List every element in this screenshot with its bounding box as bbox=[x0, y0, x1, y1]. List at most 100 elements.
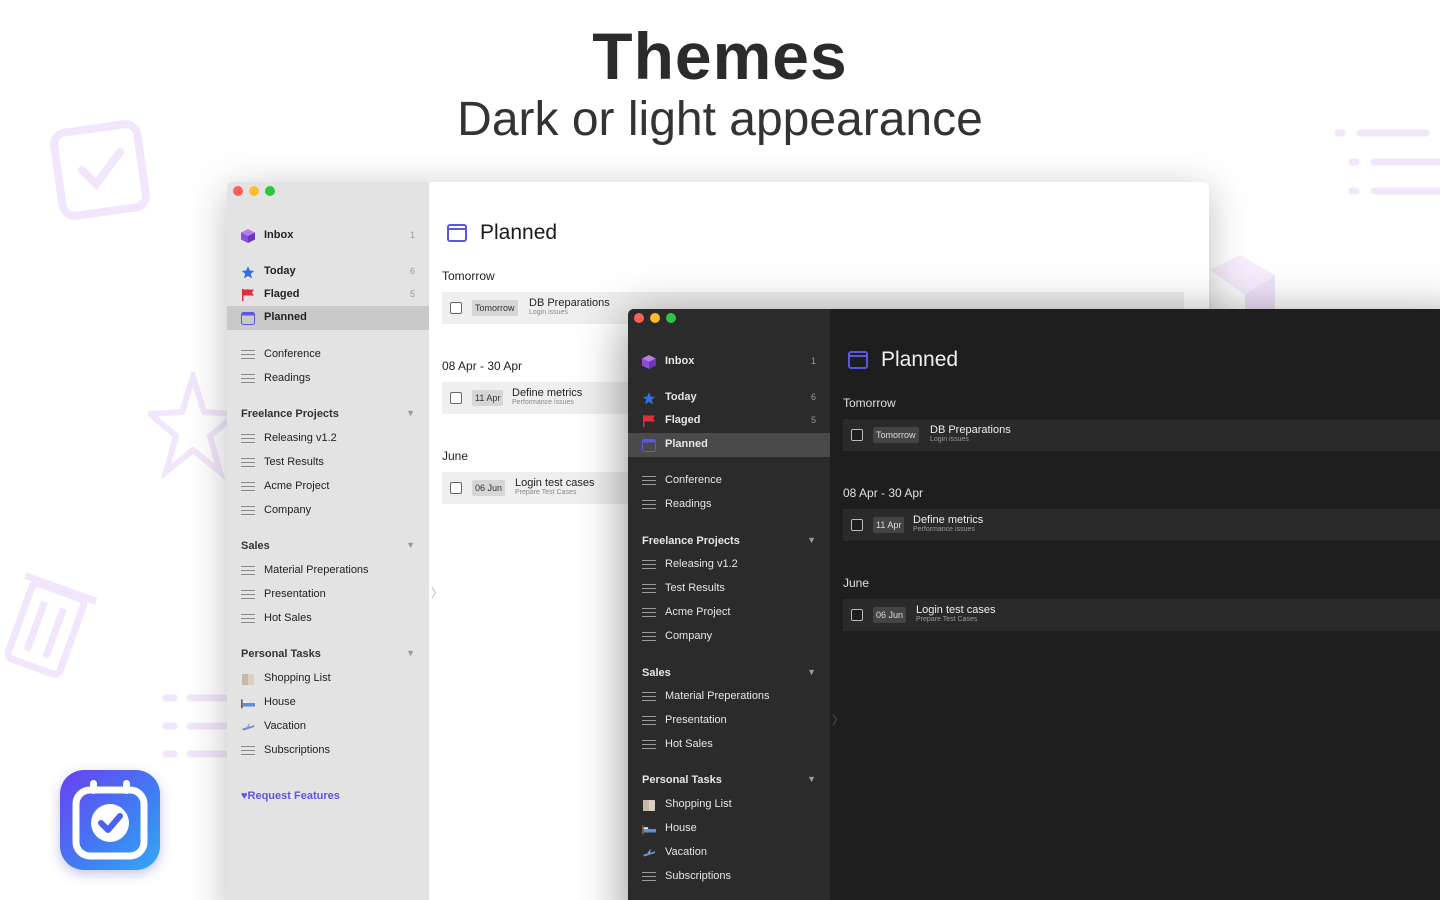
sidebar-item-today[interactable]: Today 6 bbox=[628, 386, 830, 410]
task-checkbox[interactable] bbox=[450, 392, 462, 404]
sidebar-item-company[interactable]: Company bbox=[227, 499, 429, 523]
sidebar-item-today[interactable]: Today 6 bbox=[227, 260, 429, 284]
sidebar-item-planned[interactable]: Planned bbox=[227, 306, 429, 330]
shopping-bag-icon bbox=[642, 798, 656, 812]
list-icon bbox=[642, 498, 656, 512]
task-row[interactable]: 06 Jun Login test cases Prepare Test Cas… bbox=[843, 599, 1440, 631]
airplane-icon bbox=[642, 846, 656, 860]
task-row[interactable]: Tomorrow DB Preparations Login issues bbox=[843, 419, 1440, 451]
sidebar-item-label: Test Results bbox=[264, 456, 324, 468]
section-heading: Tomorrow bbox=[442, 269, 495, 283]
sidebar-item-acme[interactable]: Acme Project bbox=[628, 601, 830, 625]
disclosure-triangle-icon[interactable]: ▼ bbox=[406, 540, 415, 550]
sidebar-item-vacation[interactable]: Vacation bbox=[628, 841, 830, 865]
group-header-sales[interactable]: Sales bbox=[642, 667, 671, 679]
calendar-icon bbox=[848, 351, 868, 369]
window-controls bbox=[634, 313, 676, 323]
list-icon bbox=[241, 744, 255, 758]
sidebar-collapse-handle[interactable]: 〉 bbox=[832, 711, 844, 728]
sidebar-item-conference[interactable]: Conference bbox=[227, 343, 429, 367]
sidebar-item-label: Today bbox=[665, 391, 697, 403]
sidebar-item-readings[interactable]: Readings bbox=[628, 493, 830, 517]
request-features-link[interactable]: ♥Request Features bbox=[241, 790, 340, 802]
sidebar-item-presentation[interactable]: Presentation bbox=[227, 583, 429, 607]
disclosure-triangle-icon[interactable]: ▼ bbox=[807, 667, 816, 677]
list-icon bbox=[642, 714, 656, 728]
sidebar-item-label: Presentation bbox=[264, 588, 326, 600]
close-window-button[interactable] bbox=[233, 186, 243, 196]
task-checkbox[interactable] bbox=[450, 302, 462, 314]
sidebar: Inbox 1 Today 6 Flaged 5 Planned Confere… bbox=[628, 309, 830, 900]
group-header-personal[interactable]: Personal Tasks bbox=[241, 648, 321, 660]
disclosure-triangle-icon[interactable]: ▼ bbox=[807, 774, 816, 784]
sidebar-item-shopping[interactable]: Shopping List bbox=[227, 667, 429, 691]
group-header-freelance[interactable]: Freelance Projects bbox=[642, 535, 740, 547]
list-icon bbox=[642, 738, 656, 752]
sidebar-item-house[interactable]: House bbox=[227, 691, 429, 715]
disclosure-triangle-icon[interactable]: ▼ bbox=[807, 535, 816, 545]
task-note: Prepare Test Cases bbox=[515, 489, 577, 496]
minimize-window-button[interactable] bbox=[249, 186, 259, 196]
sidebar-item-test-results[interactable]: Test Results bbox=[628, 577, 830, 601]
app-icon bbox=[60, 770, 160, 870]
sidebar-item-company[interactable]: Company bbox=[628, 625, 830, 649]
task-row[interactable]: 11 Apr Define metrics Performance issues bbox=[843, 509, 1440, 541]
sidebar-item-releasing[interactable]: Releasing v1.2 bbox=[227, 427, 429, 451]
sidebar-item-flagged[interactable]: Flaged 5 bbox=[227, 283, 429, 307]
sidebar-item-subscriptions[interactable]: Subscriptions bbox=[227, 739, 429, 763]
sidebar-item-house[interactable]: House bbox=[628, 817, 830, 841]
task-checkbox[interactable] bbox=[851, 519, 863, 531]
task-note: Login issues bbox=[529, 309, 568, 316]
task-title: DB Preparations bbox=[930, 424, 1011, 436]
disclosure-triangle-icon[interactable]: ▼ bbox=[406, 408, 415, 418]
sidebar-item-label: Vacation bbox=[264, 720, 306, 732]
sidebar-item-subscriptions[interactable]: Subscriptions bbox=[628, 865, 830, 889]
sidebar-item-test-results[interactable]: Test Results bbox=[227, 451, 429, 475]
sidebar-item-label: Material Preperations bbox=[264, 564, 369, 576]
sidebar-item-acme[interactable]: Acme Project bbox=[227, 475, 429, 499]
sidebar-item-shopping[interactable]: Shopping List bbox=[628, 793, 830, 817]
task-checkbox[interactable] bbox=[450, 482, 462, 494]
sidebar-item-inbox[interactable]: Inbox 1 bbox=[628, 350, 830, 374]
task-title: DB Preparations bbox=[529, 297, 610, 309]
sidebar-item-label: Releasing v1.2 bbox=[665, 558, 738, 570]
disclosure-triangle-icon[interactable]: ▼ bbox=[406, 648, 415, 658]
sidebar-item-releasing[interactable]: Releasing v1.2 bbox=[628, 553, 830, 577]
list-icon bbox=[241, 456, 255, 470]
sidebar-item-vacation[interactable]: Vacation bbox=[227, 715, 429, 739]
group-header-freelance[interactable]: Freelance Projects bbox=[241, 408, 339, 420]
sidebar-item-conference[interactable]: Conference bbox=[628, 469, 830, 493]
date-badge: 06 Jun bbox=[873, 607, 907, 623]
sidebar-item-material[interactable]: Material Preperations bbox=[227, 559, 429, 583]
date-badge: 11 Apr bbox=[873, 517, 905, 533]
sidebar-item-flagged[interactable]: Flaged 5 bbox=[628, 409, 830, 433]
inbox-cube-icon bbox=[241, 229, 255, 243]
star-decoration-icon bbox=[148, 372, 238, 481]
group-header-sales[interactable]: Sales bbox=[241, 540, 270, 552]
minimize-window-button[interactable] bbox=[650, 313, 660, 323]
sidebar-item-label: Conference bbox=[264, 348, 321, 360]
zoom-window-button[interactable] bbox=[666, 313, 676, 323]
sidebar-item-label: Subscriptions bbox=[665, 870, 732, 882]
sidebar-item-presentation[interactable]: Presentation bbox=[628, 709, 830, 733]
calendar-icon bbox=[642, 438, 656, 452]
sidebar-item-material[interactable]: Material Preperations bbox=[628, 685, 830, 709]
sidebar-item-hot-sales[interactable]: Hot Sales bbox=[628, 733, 830, 757]
group-header-personal[interactable]: Personal Tasks bbox=[642, 774, 722, 786]
zoom-window-button[interactable] bbox=[265, 186, 275, 196]
task-note: Login issues bbox=[930, 436, 969, 443]
window-controls bbox=[233, 186, 275, 196]
sidebar-item-label: Flaged bbox=[264, 288, 300, 300]
close-window-button[interactable] bbox=[634, 313, 644, 323]
list-icon bbox=[241, 348, 255, 362]
sidebar-item-planned[interactable]: Planned bbox=[628, 433, 830, 457]
sidebar-collapse-handle[interactable]: 〉 bbox=[431, 584, 443, 601]
sidebar-item-inbox[interactable]: Inbox 1 bbox=[227, 224, 429, 248]
task-checkbox[interactable] bbox=[851, 609, 863, 621]
task-checkbox[interactable] bbox=[851, 429, 863, 441]
sidebar-item-hot-sales[interactable]: Hot Sales bbox=[227, 607, 429, 631]
date-badge: 11 Apr bbox=[472, 390, 504, 406]
list-icon bbox=[241, 564, 255, 578]
sidebar-item-readings[interactable]: Readings bbox=[227, 367, 429, 391]
task-title: Define metrics bbox=[913, 514, 984, 526]
